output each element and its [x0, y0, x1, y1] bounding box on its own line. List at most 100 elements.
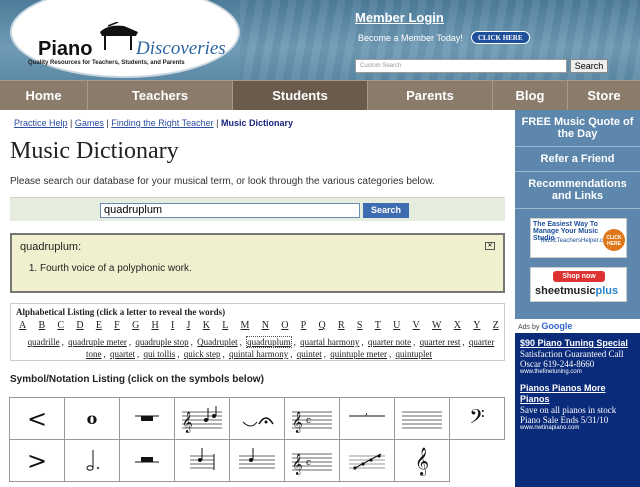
breadcrumb-current: Music Dictionary [220, 118, 294, 128]
word-link[interactable]: Quadruplet [197, 337, 238, 347]
dotted-half-note-symbol[interactable] [65, 440, 120, 482]
letter-link[interactable]: L [222, 320, 228, 331]
letter-link[interactable]: F [114, 320, 120, 331]
letter-link[interactable]: O [281, 320, 288, 331]
treble-clef-symbol[interactable]: 𝄞 [395, 440, 450, 482]
common-time-symbol[interactable]: 𝄞 c [285, 440, 340, 482]
definition-term: quadruplum: [20, 241, 82, 253]
staff-lines-symbol[interactable] [395, 398, 450, 440]
ad-url[interactable]: www.nwtinapiano.com [520, 425, 635, 431]
letter-link[interactable]: S [357, 320, 363, 331]
letter-link[interactable]: H [151, 320, 158, 331]
letter-link[interactable]: E [96, 320, 102, 331]
staff-note-symbol[interactable] [230, 440, 285, 482]
bass-clef-symbol[interactable]: 𝄢 [450, 398, 505, 440]
sidebar-refer-friend[interactable]: Refer a Friend [515, 147, 640, 172]
nav-students[interactable]: Students [233, 81, 368, 110]
word-link[interactable]: quarter rest [420, 337, 461, 347]
letter-link[interactable]: P [301, 320, 307, 331]
ad-title[interactable]: $90 Piano Tuning Special [520, 338, 635, 349]
word-link[interactable]: quadruplum [246, 336, 292, 348]
word-link[interactable]: quintuple meter [330, 349, 387, 359]
ad-body: Save on all pianos in stock Piano Sale E… [520, 405, 617, 425]
letter-link[interactable]: N [262, 320, 269, 331]
letter-link[interactable]: C [57, 320, 64, 331]
letter-link[interactable]: T [375, 320, 381, 331]
word-link[interactable]: quartal harmony [300, 337, 359, 347]
breadcrumb-games[interactable]: Games [75, 118, 104, 128]
svg-text:𝄞: 𝄞 [292, 412, 303, 433]
letter-link[interactable]: A [19, 320, 26, 331]
sidebar: FREE Music Quote of the Day Refer a Frie… [515, 110, 640, 487]
word-link[interactable]: quarter note [368, 337, 411, 347]
letter-link[interactable]: G [132, 320, 139, 331]
click-here-button[interactable]: CLICK HERE [471, 31, 530, 44]
letter-link[interactable]: B [38, 320, 45, 331]
treble-staff-symbol[interactable]: 𝄞 c [285, 398, 340, 440]
letter-link[interactable]: X [454, 320, 461, 331]
ad1-click-button[interactable]: CLICK HERE [603, 229, 625, 251]
word-link[interactable]: quadruple meter [68, 337, 127, 347]
term-search-input[interactable]: quadruplum [100, 203, 360, 218]
svg-text:𝄞: 𝄞 [182, 412, 193, 433]
whole-rest-symbol[interactable] [120, 398, 175, 440]
term-search-button[interactable]: Search [363, 203, 409, 218]
bar-note-symbol[interactable] [175, 440, 230, 482]
svg-text:,: , [365, 406, 368, 417]
shop-now-button[interactable]: Shop now [553, 271, 605, 282]
half-rest-symbol[interactable] [120, 440, 175, 482]
word-link[interactable]: quintuplet [396, 349, 433, 359]
fermata-symbol[interactable] [230, 398, 285, 440]
letter-link[interactable]: U [393, 320, 400, 331]
nav-parents[interactable]: Parents [368, 81, 493, 110]
glissando-symbol[interactable] [340, 440, 395, 482]
word-link[interactable]: quintet [297, 349, 322, 359]
nav-store[interactable]: Store [568, 81, 640, 110]
breath-mark-symbol[interactable]: , [340, 398, 395, 440]
staff-notes-symbol[interactable]: 𝄞 [175, 398, 230, 440]
breadcrumb-finding-teacher[interactable]: Finding the Right Teacher [111, 118, 213, 128]
intro-text: Please search our database for your musi… [10, 176, 435, 187]
word-link[interactable]: quadruple stop [135, 337, 188, 347]
svg-text:𝄞: 𝄞 [292, 454, 303, 475]
letter-link[interactable]: Y [473, 320, 480, 331]
word-link[interactable]: quadrille [28, 337, 60, 347]
letter-link[interactable]: D [76, 320, 83, 331]
letter-link[interactable]: M [241, 320, 250, 331]
word-link[interactable]: quintal harmony [229, 349, 288, 359]
page-title: Music Dictionary [10, 138, 179, 164]
ad-title[interactable]: Pianos Pianos More Pianos [520, 383, 635, 405]
breadcrumb-practice-help[interactable]: Practice Help [14, 118, 68, 128]
site-search-button[interactable]: Search [570, 59, 608, 73]
close-icon[interactable]: ✕ [485, 242, 495, 250]
whole-note-symbol[interactable]: o [65, 398, 120, 440]
word-link[interactable]: quartet [110, 349, 135, 359]
definition-box: quadruplum: Fourth voice of a polyphonic… [10, 233, 505, 293]
ad-url[interactable]: www.thefinetuning.com [520, 369, 635, 375]
letter-link[interactable]: Q [318, 320, 325, 331]
site-search-input[interactable]: Custom Search [355, 59, 567, 73]
member-login-link[interactable]: Member Login [355, 10, 444, 25]
nav-blog[interactable]: Blog [493, 81, 568, 110]
crescendo-symbol[interactable]: > [10, 440, 65, 482]
alphabetical-listing: Alphabetical Listing (click a letter to … [10, 303, 505, 361]
sidebar-recommendations[interactable]: Recommendations and Links [515, 172, 640, 209]
sidebar-quote-of-day[interactable]: FREE Music Quote of the Day [515, 110, 640, 147]
term-search-bar: quadruplum Search [10, 197, 505, 221]
letter-link[interactable]: Z [493, 320, 499, 331]
letter-link[interactable]: V [413, 320, 420, 331]
music-teachers-helper-ad[interactable]: The Easiest Way To Manage Your Music Stu… [530, 218, 627, 258]
word-link[interactable]: qui tollis [144, 349, 176, 359]
nav-teachers[interactable]: Teachers [88, 81, 233, 110]
word-link[interactable]: quick step [184, 349, 221, 359]
letter-link[interactable]: J [187, 320, 191, 331]
symbol-grid: < o 𝄞 𝄞 c , 𝄢 > 𝄞 c 𝄞 [9, 397, 505, 482]
letter-link[interactable]: I [171, 320, 174, 331]
letter-link[interactable]: W [432, 320, 441, 331]
decrescendo-symbol[interactable]: < [10, 398, 65, 440]
nav-home[interactable]: Home [0, 81, 88, 110]
letter-link[interactable]: R [338, 320, 345, 331]
letter-link[interactable]: K [203, 320, 210, 331]
sheetmusicplus-ad[interactable]: Shop now sheetmusicplus [530, 267, 627, 302]
site-header: Piano Discoveries Quality Resources for … [0, 0, 640, 80]
